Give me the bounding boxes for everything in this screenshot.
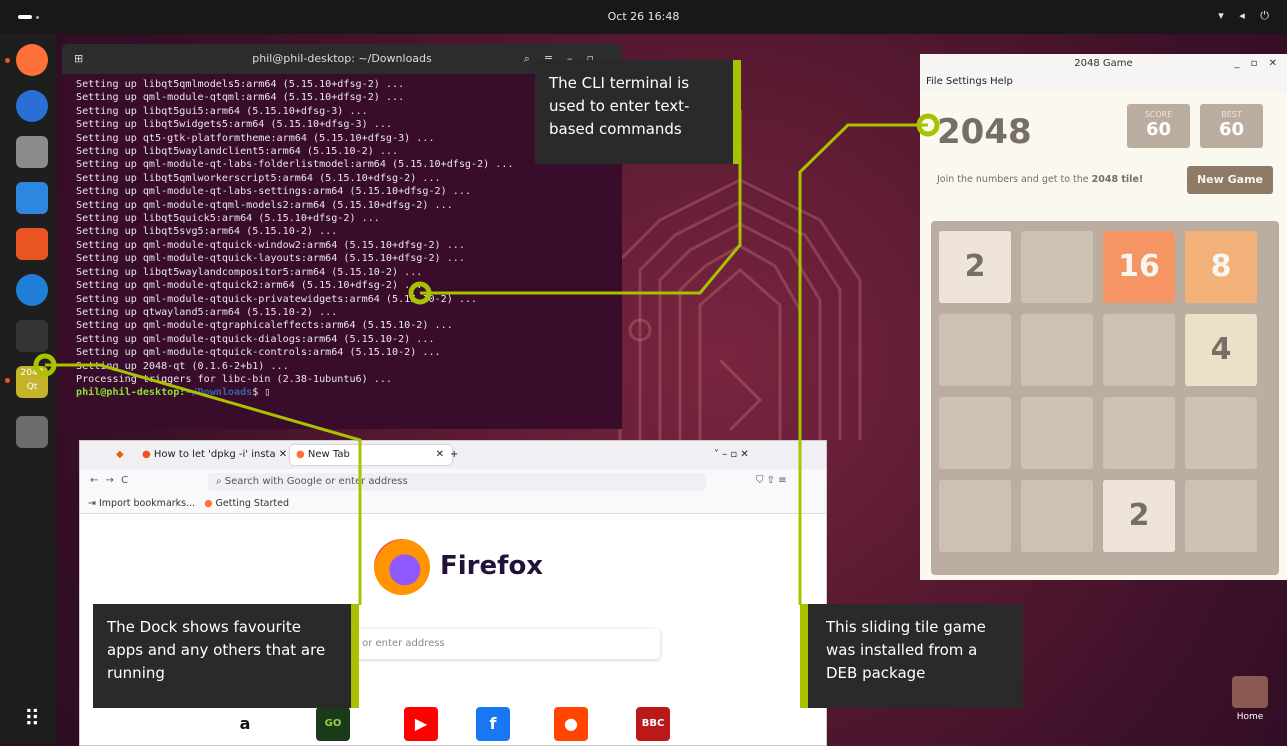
home-folder-icon[interactable]: Home [1232,676,1268,722]
callout-dock-bar [351,604,359,708]
callout-cli-bar [733,60,741,164]
callout-game-bar [800,604,808,708]
callout-dock: The Dock shows favourite apps and any ot… [93,604,351,708]
home-label: Home [1236,712,1264,722]
home-icon [1232,676,1268,708]
callout-cli: The CLI terminal is used to enter text-b… [535,60,733,164]
callout-game: This sliding tile game was installed fro… [808,604,1023,708]
